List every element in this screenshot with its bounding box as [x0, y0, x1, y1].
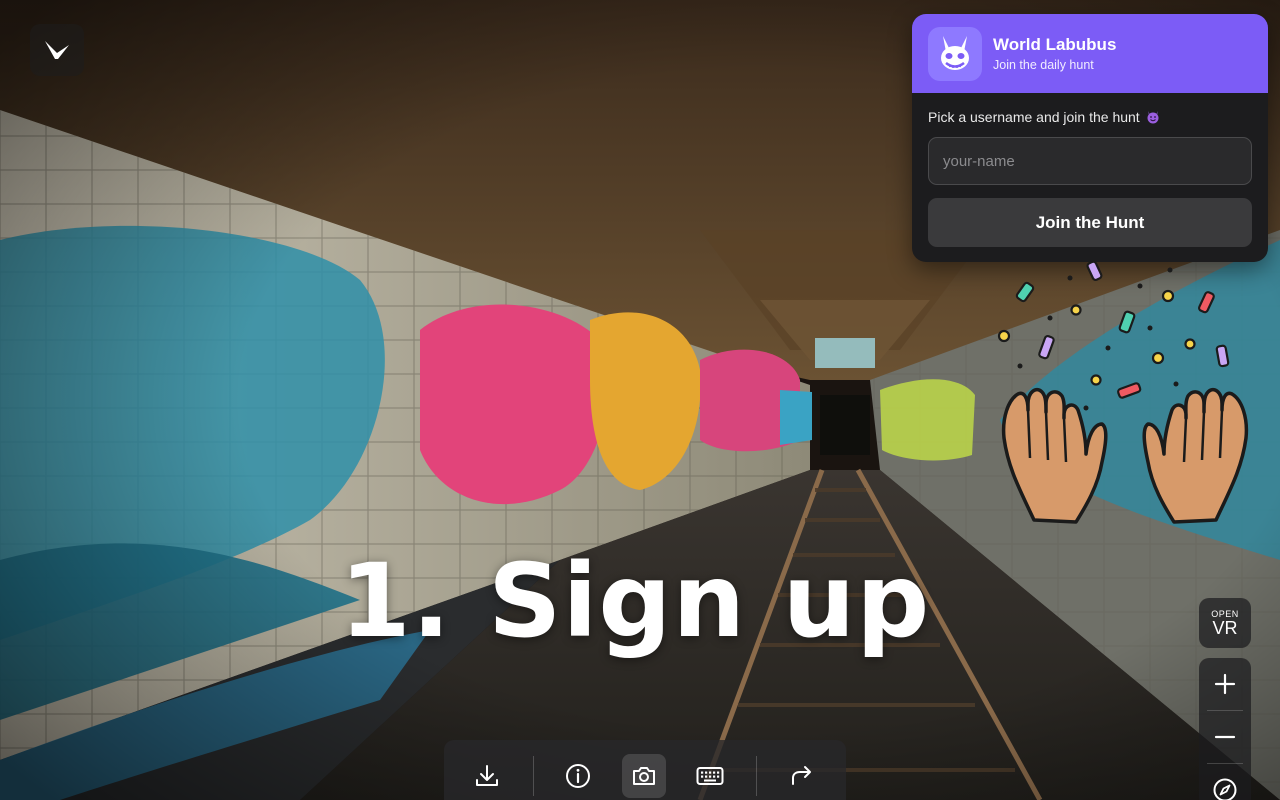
step-headline: 1. Sign up [339, 542, 931, 661]
signup-prompt: Pick a username and join the hunt [928, 109, 1252, 127]
download-icon [476, 765, 498, 786]
username-input[interactable] [928, 137, 1252, 185]
smiling-devil-icon [1147, 111, 1159, 124]
plus-icon [1214, 673, 1236, 695]
minus-icon [1214, 735, 1236, 739]
keyboard-shortcuts-button[interactable] [688, 754, 732, 798]
chevron-bird-logo-icon [45, 41, 69, 59]
clapping-hands-confetti-icon [997, 260, 1249, 524]
join-hunt-button[interactable]: Join the Hunt [928, 198, 1252, 247]
share-button[interactable] [779, 754, 823, 798]
info-icon [566, 764, 590, 788]
compass-icon [1213, 778, 1237, 800]
zoom-controls [1199, 658, 1251, 800]
info-button[interactable] [556, 754, 600, 798]
signup-panel-header: World Labubus Join the daily hunt [912, 14, 1268, 93]
download-button[interactable] [465, 754, 509, 798]
camera-button[interactable] [622, 754, 666, 798]
camera-icon [633, 767, 655, 785]
panel-subtitle: Join the daily hunt [993, 58, 1094, 72]
labubu-monster-icon [928, 26, 982, 81]
vr-big-label: VR [1212, 618, 1238, 638]
compass-button[interactable] [1199, 764, 1251, 800]
signup-panel: World Labubus Join the daily hunt Pick a… [912, 14, 1268, 262]
panel-title: World Labubus [993, 35, 1117, 54]
signup-prompt-text: Pick a username and join the hunt [928, 109, 1140, 125]
bottom-toolbar [444, 740, 846, 800]
app-logo-button[interactable] [30, 24, 84, 76]
open-vr-button[interactable]: OPEN VR [1199, 598, 1251, 648]
share-arrow-icon [792, 766, 811, 785]
zoom-out-button[interactable] [1199, 711, 1251, 763]
zoom-in-button[interactable] [1199, 658, 1251, 710]
keyboard-icon [696, 767, 724, 785]
